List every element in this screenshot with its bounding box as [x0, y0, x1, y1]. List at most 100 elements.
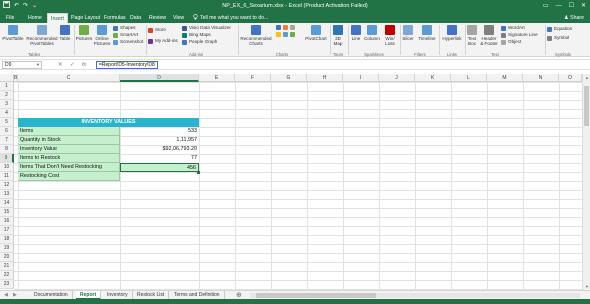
inventory-value-quantity[interactable]: 1,11,957	[120, 136, 199, 145]
cancel-icon[interactable]: ✕	[58, 61, 63, 69]
inventory-value-value[interactable]: $92,06,793.20	[120, 145, 199, 154]
recommended-pivottables-button[interactable]: Recommended PivotTables	[25, 25, 59, 46]
bing-maps-button[interactable]: Bing Maps	[182, 32, 211, 38]
timeline-button[interactable]: Timeline	[416, 25, 438, 41]
sparkline-line-button[interactable]: Line	[349, 25, 363, 41]
row-header-23[interactable]: 23	[0, 280, 14, 289]
select-all-corner[interactable]	[0, 74, 14, 82]
chevron-down-icon[interactable]: ▼	[36, 61, 40, 68]
ribbon-display-options-icon[interactable]: ▭	[543, 1, 549, 11]
inventory-label-restock[interactable]: Items to Restock	[18, 154, 120, 163]
3d-map-button[interactable]: 3D Map	[331, 25, 345, 46]
pivotchart-button[interactable]: PivotChart	[304, 25, 328, 41]
vertical-scroll-thumb[interactable]	[584, 86, 589, 126]
tab-review[interactable]: Review	[149, 13, 166, 23]
text-box-button[interactable]: Text Box	[466, 25, 478, 46]
row-header-6[interactable]: 6	[0, 127, 14, 136]
row-header-16[interactable]: 16	[0, 217, 14, 226]
equation-button[interactable]: Equation	[547, 26, 572, 32]
horizontal-scrollbar[interactable]	[250, 293, 580, 298]
store-button[interactable]: Store	[148, 27, 166, 33]
row-header-15[interactable]: 15	[0, 208, 14, 217]
symbol-button[interactable]: Symbol	[547, 35, 569, 41]
tab-home[interactable]: Home	[28, 13, 42, 23]
row-header-1[interactable]: 1	[0, 82, 14, 91]
tab-file[interactable]: File	[6, 13, 14, 23]
column-header-g[interactable]: G	[271, 74, 307, 82]
row-header-13[interactable]: 13	[0, 190, 14, 199]
column-header-d[interactable]: D	[120, 74, 199, 82]
column-header-c[interactable]: C	[18, 74, 120, 82]
sparkline-winloss-button[interactable]: Win/ Loss	[382, 25, 398, 46]
row-header-7[interactable]: 7	[0, 136, 14, 145]
row-header-19[interactable]: 19	[0, 244, 14, 253]
column-header-j[interactable]: J	[379, 74, 415, 82]
row-header-9[interactable]: 9	[0, 154, 14, 163]
row-header-11[interactable]: 11	[0, 172, 14, 181]
column-header-i[interactable]: I	[343, 74, 379, 82]
row-header-10[interactable]: 10	[0, 163, 14, 172]
column-header-f[interactable]: F	[235, 74, 271, 82]
row-header-20[interactable]: 20	[0, 253, 14, 262]
column-header-m[interactable]: M	[487, 74, 523, 82]
column-header-h[interactable]: H	[307, 74, 343, 82]
object-button[interactable]: Object	[501, 39, 521, 45]
active-cell-d9[interactable]: 456	[120, 163, 199, 172]
enter-icon[interactable]: ✓	[70, 61, 75, 69]
inventory-label-quantity[interactable]: Quantity in Stock	[18, 136, 120, 145]
scroll-down-icon[interactable]: ▼	[583, 284, 590, 289]
insert-function-icon[interactable]: fx	[82, 61, 86, 69]
row-header-21[interactable]: 21	[0, 262, 14, 271]
minimize-button[interactable]: —	[556, 1, 562, 11]
recommended-charts-button[interactable]: Recommended Charts	[240, 25, 272, 46]
shapes-button[interactable]: Shapes	[113, 25, 136, 31]
horizontal-scroll-thumb[interactable]	[256, 293, 376, 298]
tab-insert[interactable]: Insert	[47, 13, 68, 23]
row-header-2[interactable]: 2	[0, 91, 14, 100]
scroll-up-icon[interactable]: ▲	[583, 75, 590, 80]
header-footer-button[interactable]: Header & Footer	[479, 25, 499, 46]
worksheet-grid[interactable]	[14, 82, 582, 290]
row-header-22[interactable]: 22	[0, 271, 14, 280]
column-header-n[interactable]: N	[523, 74, 559, 82]
pictures-button[interactable]: Pictures	[75, 25, 93, 41]
inventory-header[interactable]: INVENTORY VALUES	[18, 118, 199, 127]
row-header-14[interactable]: 14	[0, 199, 14, 208]
tab-formulas[interactable]: Formulas	[104, 13, 126, 23]
inventory-value-restock[interactable]: 77	[120, 154, 199, 163]
smartart-button[interactable]: SmartArt	[113, 32, 138, 38]
inventory-label-value[interactable]: Inventory Value	[18, 145, 120, 154]
online-pictures-button[interactable]: Online Pictures	[93, 25, 111, 46]
tab-view[interactable]: View	[173, 13, 184, 23]
pivottable-button[interactable]: PivotTable	[2, 25, 24, 41]
row-header-17[interactable]: 17	[0, 226, 14, 235]
inventory-value-restock-cost[interactable]	[120, 172, 199, 181]
row-header-5[interactable]: 5	[0, 118, 14, 127]
wordart-button[interactable]: WordArt	[501, 25, 525, 31]
tab-data[interactable]: Data	[130, 13, 141, 23]
table-button[interactable]: Table	[58, 25, 72, 41]
column-header-l[interactable]: L	[451, 74, 487, 82]
close-button[interactable]: ✕	[581, 1, 586, 11]
column-header-e[interactable]: E	[199, 74, 235, 82]
sparkline-column-button[interactable]: Column	[363, 25, 381, 41]
formula-input[interactable]: =Report!D5-Inventory!D8	[96, 61, 158, 69]
pie-chart-menu[interactable]	[276, 32, 295, 37]
inventory-value-items[interactable]: 533	[120, 127, 199, 136]
hyperlink-button[interactable]: Hyperlink	[440, 25, 464, 41]
visio-data-visualizer-button[interactable]: Visio Data Visualizer	[182, 25, 231, 31]
vertical-scrollbar[interactable]: ▲ ▼	[582, 74, 590, 290]
inventory-label-items[interactable]: Items	[18, 127, 120, 136]
column-header-o[interactable]: O	[559, 74, 582, 82]
row-header-4[interactable]: 4	[0, 109, 14, 118]
column-chart-menu[interactable]	[276, 25, 295, 30]
row-header-8[interactable]: 8	[0, 145, 14, 154]
tell-me-box[interactable]: Tell me what you want to do...	[193, 13, 268, 23]
screenshot-button[interactable]: Screenshot	[113, 39, 143, 45]
maximize-button[interactable]: ☐	[569, 1, 574, 11]
my-addins-button[interactable]: My Add-ins	[148, 38, 178, 44]
row-header-12[interactable]: 12	[0, 181, 14, 190]
tab-page-layout[interactable]: Page Layout	[71, 13, 100, 23]
row-header-18[interactable]: 18	[0, 235, 14, 244]
people-graph-button[interactable]: People Graph	[182, 39, 217, 45]
